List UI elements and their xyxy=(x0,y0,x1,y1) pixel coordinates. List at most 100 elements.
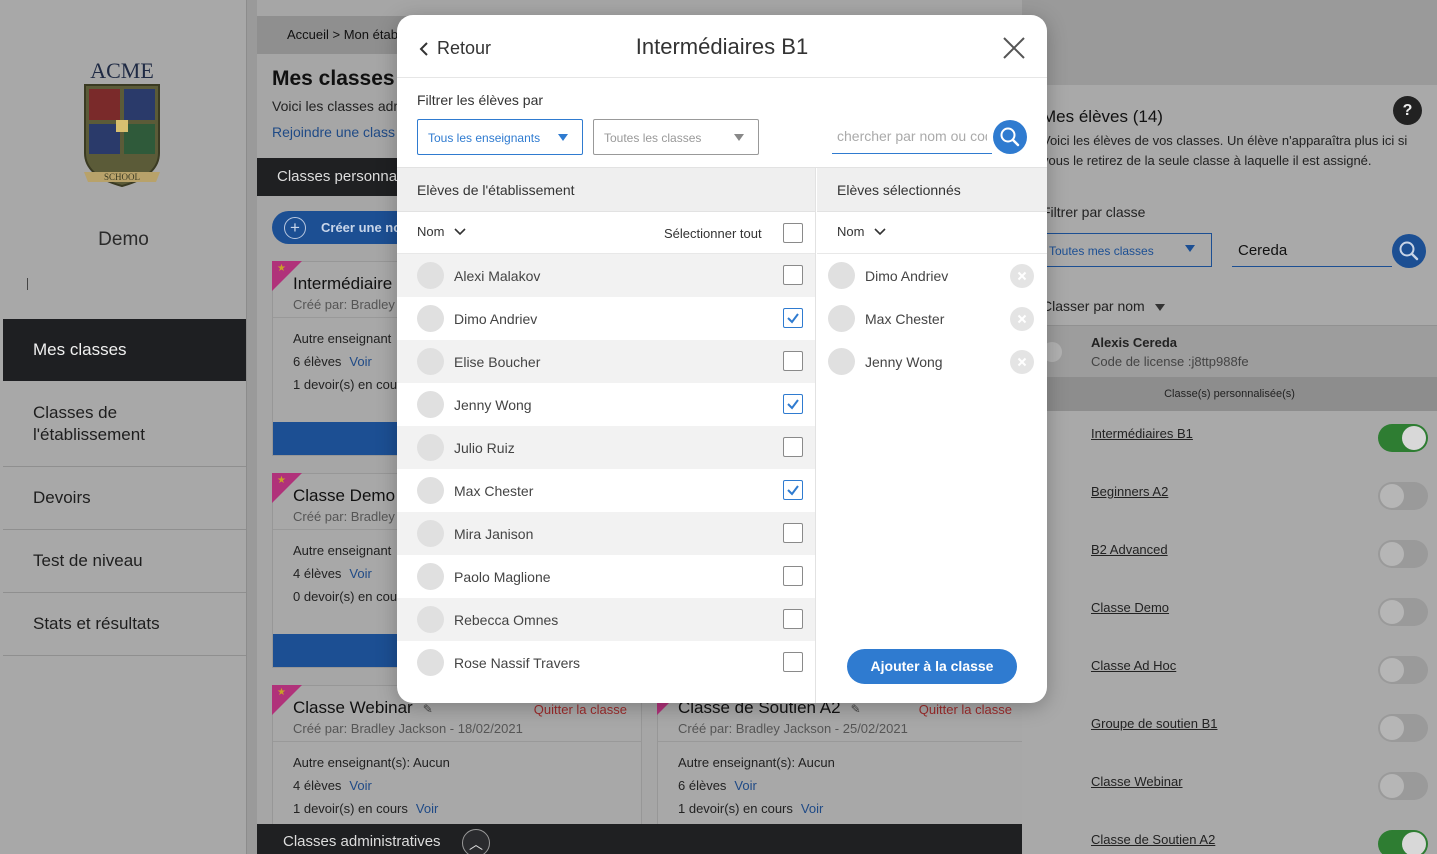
class-link[interactable]: Intermédiaires B1 xyxy=(1091,426,1193,441)
quit-class-link[interactable]: Quitter la classe xyxy=(919,702,1012,717)
student-row[interactable]: Rebecca Omnes xyxy=(397,598,815,641)
student-row[interactable]: Alexi Malakov xyxy=(397,254,815,297)
class-filter-select[interactable]: Toutes mes classes xyxy=(1042,233,1212,267)
student-name: Max Chester xyxy=(865,311,945,327)
sidebar-item-mes-classes[interactable]: Mes classes xyxy=(3,319,246,381)
class-toggle[interactable] xyxy=(1378,598,1428,626)
view-students-link[interactable]: Voir xyxy=(734,778,756,793)
close-icon xyxy=(1017,271,1027,281)
close-icon[interactable] xyxy=(1002,36,1026,60)
student-checkbox[interactable] xyxy=(783,566,803,586)
close-icon xyxy=(1017,314,1027,324)
class-link[interactable]: Classe Demo xyxy=(1091,600,1169,615)
student-row[interactable]: Mira Janison xyxy=(397,512,815,555)
teacher-filter-select[interactable]: Tous les enseignants xyxy=(417,119,583,155)
star-icon[interactable]: ★ xyxy=(277,687,286,698)
sort-by-name[interactable]: Classer par nom xyxy=(1042,298,1165,314)
join-class-link[interactable]: Rejoindre une class xyxy=(272,124,395,140)
caret-down-icon xyxy=(558,134,568,141)
card-teachers: Autre enseignant xyxy=(293,543,392,558)
student-checkbox[interactable] xyxy=(783,308,803,328)
section-administrative: Classes administratives ︿ xyxy=(257,824,1022,854)
class-link[interactable]: Groupe de soutien B1 xyxy=(1091,716,1217,731)
sidebar-item-classes-etablissement[interactable]: Classes de l'établissement xyxy=(3,381,246,467)
view-homework-link[interactable]: Voir xyxy=(801,801,823,816)
admin-section-title: Classes administratives xyxy=(283,833,441,850)
class-link[interactable]: Classe de Soutien A2 xyxy=(1091,832,1215,847)
add-to-class-button[interactable]: Ajouter à la classe xyxy=(847,649,1017,684)
sidebar-item-test-niveau[interactable]: Test de niveau xyxy=(3,530,246,593)
student-checkbox[interactable] xyxy=(783,265,803,285)
card-students: 4 élèves Voir xyxy=(293,778,372,793)
search-icon xyxy=(1399,241,1419,261)
student-checkbox[interactable] xyxy=(783,394,803,414)
breadcrumb-text[interactable]: Accueil > Mon étab xyxy=(287,27,398,42)
card-creator: Créé par: Bradley J xyxy=(293,509,405,524)
student-checkbox[interactable] xyxy=(783,652,803,672)
search-input[interactable] xyxy=(832,119,992,154)
quit-class-link[interactable]: Quitter la classe xyxy=(534,702,627,717)
select-all-checkbox[interactable] xyxy=(783,223,803,243)
sort-by-name[interactable]: Nom xyxy=(837,224,887,239)
student-row[interactable]: Jenny Wong xyxy=(397,383,815,426)
student-checkbox[interactable] xyxy=(783,437,803,457)
student-row[interactable]: Elise Boucher xyxy=(397,340,815,383)
panel-title: Mes élèves (14) xyxy=(1042,107,1163,126)
class-link[interactable]: B2 Advanced xyxy=(1091,542,1168,557)
class-card[interactable]: ★ Classe Webinar ✎ Quitter la classe Créé… xyxy=(272,685,642,835)
search-button[interactable] xyxy=(993,120,1027,154)
user-name: Demo xyxy=(98,229,149,250)
sidebar-item-stats[interactable]: Stats et résultats xyxy=(3,593,246,656)
student-entry[interactable]: Alexis Cereda Code de license :j8ttp988f… xyxy=(1022,325,1437,377)
student-row[interactable]: Paolo Maglione xyxy=(397,555,815,598)
list-header-title: Elèves de l'établissement xyxy=(417,182,575,198)
avatar xyxy=(828,262,855,289)
student-checkbox[interactable] xyxy=(783,480,803,500)
class-link[interactable]: Classe Ad Hoc xyxy=(1091,658,1176,673)
student-row[interactable]: Julio Ruiz xyxy=(397,426,815,469)
chevron-left-icon xyxy=(419,41,428,56)
school-students-list: Elèves de l'établissement Nom Sélectionn… xyxy=(397,168,816,703)
view-students-link[interactable]: Voir xyxy=(349,778,371,793)
class-toggle[interactable] xyxy=(1378,714,1428,742)
class-toggle[interactable] xyxy=(1378,540,1428,568)
search-button[interactable] xyxy=(1392,234,1426,268)
class-toggle[interactable] xyxy=(1378,656,1428,684)
edit-icon[interactable]: ✎ xyxy=(851,702,861,716)
class-toggle[interactable] xyxy=(1378,830,1428,854)
student-row[interactable]: Max Chester xyxy=(397,469,815,512)
class-toggle[interactable] xyxy=(1378,772,1428,800)
remove-student-button[interactable] xyxy=(1010,307,1034,331)
class-link[interactable]: Beginners A2 xyxy=(1091,484,1168,499)
student-checkbox[interactable] xyxy=(783,609,803,629)
school-logo: ACME SCHOOL xyxy=(84,58,160,188)
back-button[interactable]: Retour xyxy=(419,38,491,59)
class-link[interactable]: Classe Webinar xyxy=(1091,774,1183,789)
remove-student-button[interactable] xyxy=(1010,264,1034,288)
sort-by-name[interactable]: Nom xyxy=(417,224,467,239)
chevron-up-icon[interactable]: ︿ xyxy=(462,829,490,854)
class-toggle[interactable] xyxy=(1378,482,1428,510)
card-homework: 1 devoir(s) en cou xyxy=(293,377,398,392)
student-row[interactable]: Rose Nassif Travers xyxy=(397,641,815,684)
student-row[interactable]: Dimo Andriev xyxy=(397,297,815,340)
section-title: Classes personna xyxy=(277,168,398,185)
remove-student-button[interactable] xyxy=(1010,350,1034,374)
sidebar-item-devoirs[interactable]: Devoirs xyxy=(3,467,246,530)
card-teachers: Autre enseignant(s): Aucun xyxy=(293,755,450,770)
star-icon[interactable]: ★ xyxy=(277,475,286,486)
help-icon[interactable]: ? xyxy=(1393,96,1422,125)
sidebar-nav: Mes classes Classes de l'établissement D… xyxy=(3,319,246,656)
view-students-link[interactable]: Voir xyxy=(349,354,371,369)
class-card[interactable]: ★ Classe de Soutien A2✎ Quitter la class… xyxy=(657,685,1027,835)
edit-icon[interactable]: ✎ xyxy=(423,702,433,716)
view-students-link[interactable]: Voir xyxy=(349,566,371,581)
card-creator: Créé par: Bradley Jackson - 18/02/2021 xyxy=(293,721,523,736)
class-filter-select[interactable]: Toutes les classes xyxy=(593,119,759,155)
student-search-input[interactable]: Cereda xyxy=(1232,233,1392,267)
view-homework-link[interactable]: Voir xyxy=(416,801,438,816)
student-checkbox[interactable] xyxy=(783,523,803,543)
star-icon[interactable]: ★ xyxy=(277,263,286,274)
student-checkbox[interactable] xyxy=(783,351,803,371)
class-toggle[interactable] xyxy=(1378,424,1428,452)
